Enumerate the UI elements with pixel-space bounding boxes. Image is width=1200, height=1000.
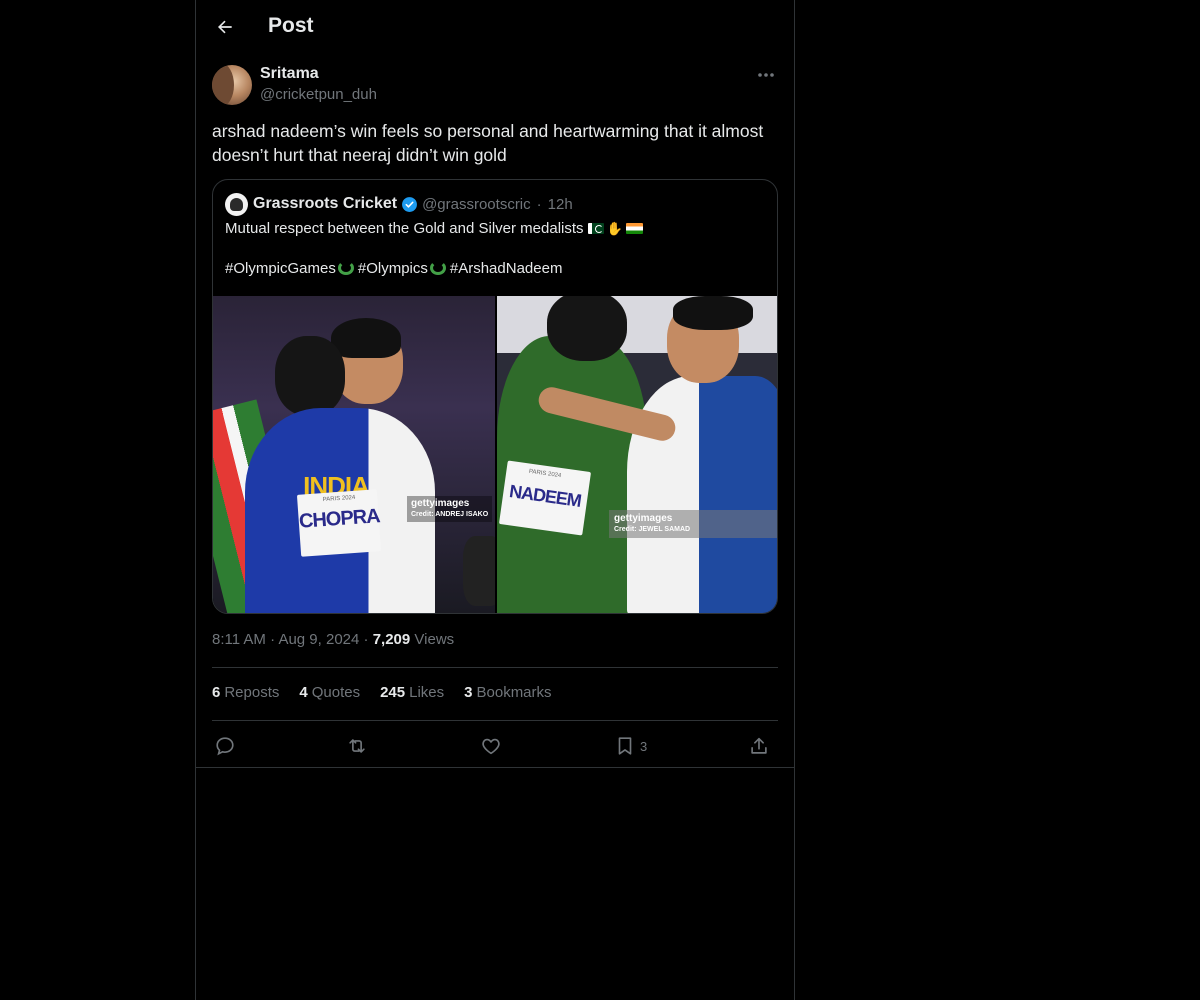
like-button[interactable] (480, 734, 502, 758)
post-meta: 8:11 AM · Aug 9, 2024 · 7,209 Views (212, 631, 455, 648)
avatar[interactable] (212, 65, 252, 105)
quoted-author-handle[interactable]: @grassrootscric (422, 196, 531, 213)
more-options-button[interactable] (754, 64, 778, 86)
hashtag[interactable]: #ArshadNadeem (450, 260, 563, 277)
post-text: arshad nadeem’s win feels so personal an… (212, 121, 764, 165)
bookmark-icon (618, 737, 632, 755)
quoted-hashtags: #OlympicGames #Olympics #ArshadNadeem (225, 260, 562, 277)
post-author: Sritama @cricketpun_duh (212, 64, 778, 108)
author-handle[interactable]: @cricketpun_duh (260, 86, 377, 103)
page-title: Post (268, 14, 314, 37)
laurel-icon (337, 261, 354, 275)
arrow-left-icon (218, 20, 232, 34)
bookmarks-stat[interactable]: 3 Bookmarks (464, 684, 551, 701)
quoted-time[interactable]: 12h (548, 196, 573, 213)
post-time[interactable]: 8:11 AM (212, 631, 266, 648)
photo-nadeem[interactable]: PARIS 2024 NADEEM gettyimages Credit: JE… (497, 296, 777, 613)
watermark: gettyimages Credit: ANDREJ ISAKO (407, 496, 493, 522)
post-date[interactable]: Aug 9, 2024 (278, 631, 359, 648)
repost-button[interactable] (346, 734, 368, 758)
india-flag-icon (625, 223, 643, 234)
quoted-post[interactable]: Grassroots Cricket @grassrootscric · 12h… (212, 179, 778, 614)
divider (212, 720, 778, 721)
reply-button[interactable] (214, 734, 236, 758)
reposts-stat[interactable]: 6 Reposts (212, 684, 279, 701)
views-count: 7,209 (372, 631, 411, 648)
action-bar: 3 (212, 732, 778, 760)
photo-chopra[interactable]: INDIA PARIS 2024 CHOPRA gettyimages Cred… (213, 296, 495, 613)
divider (196, 767, 794, 768)
watermark: gettyimages Credit: JEWEL SAMAD (609, 510, 777, 538)
repost-icon (349, 739, 365, 753)
hashtag[interactable]: #OlympicGames (225, 260, 336, 277)
pakistan-flag-icon (587, 223, 604, 234)
handshake-icon: ✋ (606, 221, 623, 236)
top-bar: Post (196, 0, 794, 54)
share-button[interactable] (748, 734, 770, 758)
back-button[interactable] (208, 10, 242, 44)
bookmark-count: 3 (640, 738, 648, 754)
views-label: Views (414, 631, 455, 648)
quotes-stat[interactable]: 4 Quotes (299, 684, 360, 701)
verified-badge-icon (401, 196, 418, 213)
reply-icon (216, 737, 234, 756)
share-icon (751, 737, 767, 754)
quoted-post-header: Grassroots Cricket @grassrootscric · 12h (225, 192, 573, 216)
likes-stat[interactable]: 245 Likes (380, 684, 444, 701)
author-name[interactable]: Sritama (260, 65, 319, 83)
quoted-avatar[interactable] (225, 192, 248, 216)
quoted-text: Mutual respect between the Gold and Silv… (225, 220, 643, 237)
engagement-stats: 6 Reposts 4 Quotes 245 Likes 3 Bookmarks (212, 684, 552, 701)
bookmark-button[interactable]: 3 (614, 734, 647, 758)
more-horizontal-icon (758, 73, 774, 77)
divider (212, 667, 778, 668)
quoted-author-name[interactable]: Grassroots Cricket (253, 195, 397, 213)
laurel-icon (429, 261, 446, 275)
media-gallery: INDIA PARIS 2024 CHOPRA gettyimages Cred… (213, 296, 777, 613)
heart-icon (482, 738, 500, 755)
post-column: Post Sritama @cricketpun_duh arshad nade… (195, 0, 795, 1000)
hashtag[interactable]: #Olympics (358, 260, 428, 277)
